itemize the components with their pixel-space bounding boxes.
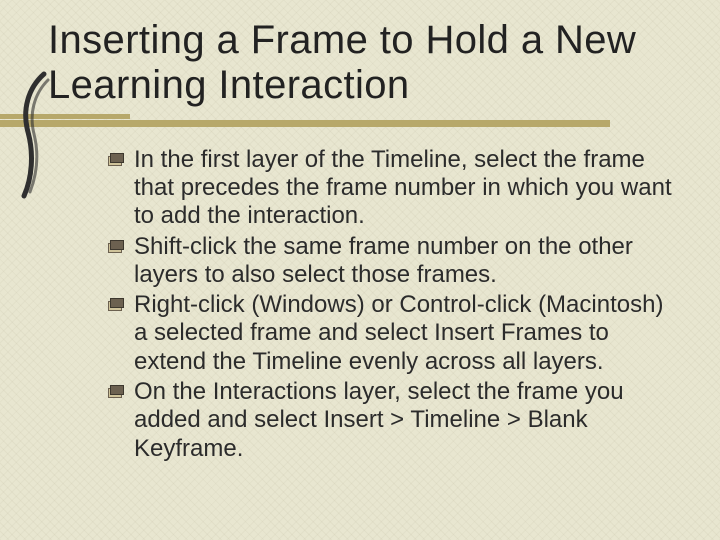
slide: Inserting a Frame to Hold a New Learning… [0,0,720,540]
bullet-text: In the first layer of the Timeline, sele… [134,146,672,230]
bullet-text: On the Interactions layer, select the fr… [134,378,624,462]
list-item: Right-click (Windows) or Control-click (… [108,291,683,376]
bullet-text: Shift-click the same frame number on the… [134,233,633,288]
bullet-text: Right-click (Windows) or Control-click (… [134,291,663,375]
list-item: In the first layer of the Timeline, sele… [108,146,683,231]
list-item: Shift-click the same frame number on the… [108,233,683,290]
bullet-icon [108,153,124,167]
bullet-icon [108,385,124,399]
bullet-icon [108,298,124,312]
list-item: On the Interactions layer, select the fr… [108,378,683,463]
underline-short [0,114,130,119]
slide-title: Inserting a Frame to Hold a New Learning… [48,18,684,108]
bullet-icon [108,240,124,254]
bullet-list: In the first layer of the Timeline, sele… [108,146,683,463]
title-underline [0,114,720,138]
underline-long [0,120,610,127]
